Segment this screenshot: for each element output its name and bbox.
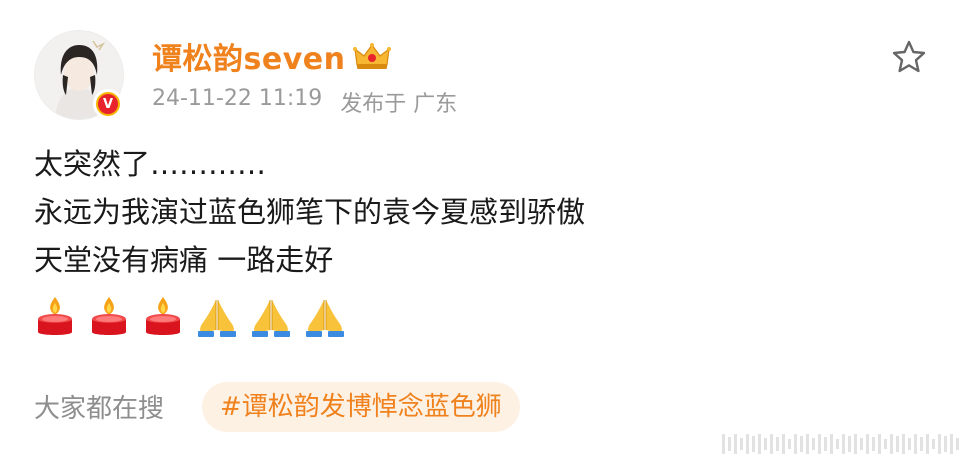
candle-icon xyxy=(146,297,180,335)
pray-icon xyxy=(198,300,236,337)
post-meta: 24-11-22 11:19 发布于 广东 xyxy=(152,86,457,118)
candle-icon xyxy=(38,297,72,335)
favorite-star-icon[interactable] xyxy=(890,38,928,76)
candle-icon xyxy=(92,297,126,335)
post-date: 24-11-22 11:19 xyxy=(152,86,323,111)
trending-hashtag-link[interactable]: #谭松韵发博悼念蓝色狮 xyxy=(202,382,520,432)
verified-badge-letter: V xyxy=(98,94,118,114)
crown-icon xyxy=(353,43,392,69)
post-line: 太突然了………… xyxy=(34,147,267,181)
post-location: 发布于 广东 xyxy=(340,92,458,117)
post-line: 永远为我演过蓝色狮笔下的袁今夏感到骄傲 xyxy=(34,195,586,229)
post-line: 天堂没有病痛 一路走好 xyxy=(34,243,334,277)
verified-badge-icon: V xyxy=(93,89,123,119)
trending-label: 大家都在搜 xyxy=(34,394,165,424)
pray-icon xyxy=(252,300,290,337)
username[interactable]: 谭松韵seven xyxy=(152,34,392,78)
pray-icon xyxy=(306,300,344,337)
emoji-row xyxy=(34,292,346,338)
post-content: 太突然了………… 永远为我演过蓝色狮笔下的袁今夏感到骄傲 天堂没有病痛 一路走好 xyxy=(34,140,585,284)
watermark xyxy=(722,432,959,456)
username-text[interactable]: 谭松韵seven xyxy=(152,34,345,78)
